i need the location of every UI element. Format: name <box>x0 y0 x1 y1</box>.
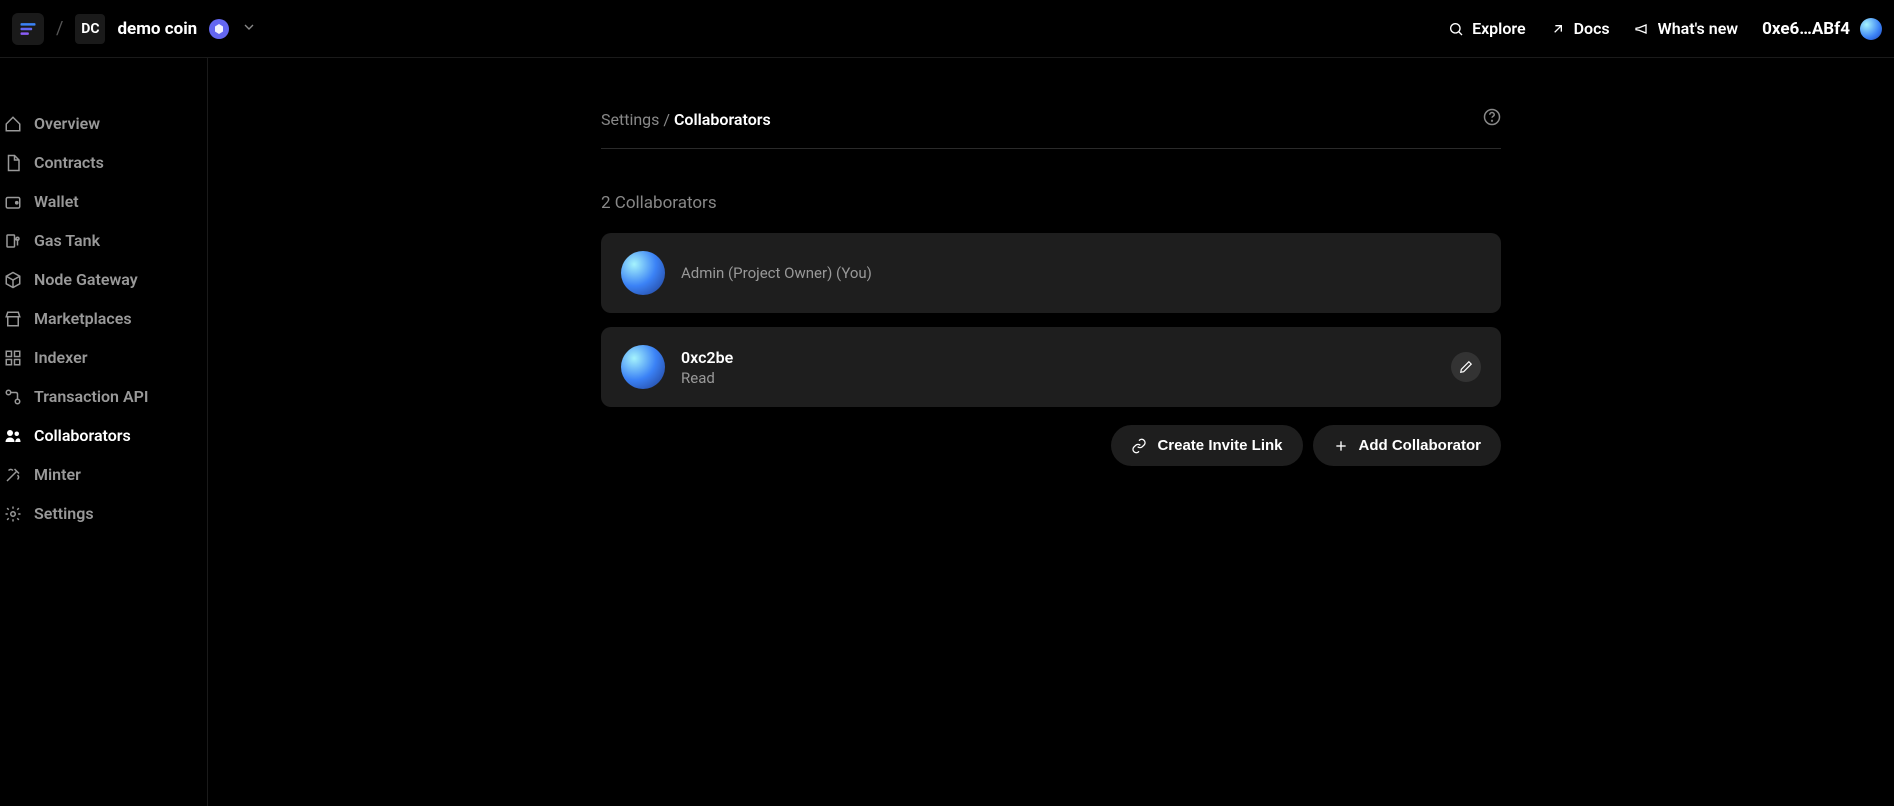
add-collaborator-button[interactable]: Add Collaborator <box>1313 425 1502 466</box>
header-left: / DC demo coin <box>12 13 257 45</box>
docs-link[interactable]: Docs <box>1550 19 1610 38</box>
chain-badge <box>209 19 229 39</box>
sidebar: Overview Contracts Wallet Gas Tank Node … <box>0 58 208 806</box>
project-abbr-badge[interactable]: DC <box>75 14 105 44</box>
store-icon <box>4 310 22 328</box>
layout: Overview Contracts Wallet Gas Tank Node … <box>0 58 1894 806</box>
cube-icon <box>4 271 22 289</box>
megaphone-icon <box>1634 21 1650 37</box>
chevron-down-icon <box>241 19 257 35</box>
project-dropdown[interactable] <box>241 19 257 39</box>
gear-icon <box>4 505 22 523</box>
sidebar-label: Settings <box>34 504 94 523</box>
home-icon <box>4 115 22 133</box>
user-avatar <box>1860 18 1882 40</box>
users-icon <box>4 427 22 445</box>
add-collaborator-label: Add Collaborator <box>1359 437 1482 454</box>
sidebar-label: Overview <box>34 114 100 133</box>
collaborator-role: Read <box>681 369 1435 387</box>
header-right: Explore Docs What's new 0xe6…ABf4 <box>1448 18 1882 40</box>
create-invite-link-label: Create Invite Link <box>1157 437 1282 454</box>
collaborator-info: Admin (Project Owner) (You) <box>681 264 1481 282</box>
sidebar-label: Transaction API <box>34 387 149 406</box>
wallet-icon <box>4 193 22 211</box>
grid-icon <box>4 349 22 367</box>
breadcrumb-row: Settings / Collaborators <box>601 108 1501 149</box>
sidebar-label: Minter <box>34 465 81 484</box>
sidebar-label: Wallet <box>34 192 79 211</box>
document-icon <box>4 154 22 172</box>
collaborator-role: Admin (Project Owner) (You) <box>681 264 1481 282</box>
help-button[interactable] <box>1483 108 1501 130</box>
sidebar-item-contracts[interactable]: Contracts <box>0 143 207 182</box>
plus-icon <box>1333 438 1349 454</box>
breadcrumb-parent[interactable]: Settings <box>601 110 659 129</box>
sidebar-label: Gas Tank <box>34 231 100 250</box>
collaborators-count: 2 Collaborators <box>601 193 1501 213</box>
header: / DC demo coin Explore Docs <box>0 0 1894 58</box>
gas-icon <box>4 232 22 250</box>
external-link-icon <box>1550 21 1566 37</box>
sidebar-label: Contracts <box>34 153 104 172</box>
sidebar-item-settings[interactable]: Settings <box>0 494 207 533</box>
sidebar-label: Collaborators <box>34 426 131 445</box>
sidebar-item-transaction-api[interactable]: Transaction API <box>0 377 207 416</box>
docs-label: Docs <box>1574 19 1610 38</box>
collaborator-avatar <box>621 251 665 295</box>
edit-collaborator-button[interactable] <box>1451 352 1481 382</box>
collaborator-name: 0xc2be <box>681 348 1435 367</box>
explore-link[interactable]: Explore <box>1448 19 1526 38</box>
content: Settings / Collaborators 2 Collaborators… <box>601 108 1501 756</box>
sidebar-item-node-gateway[interactable]: Node Gateway <box>0 260 207 299</box>
collaborator-card: 0xc2be Read <box>601 327 1501 407</box>
sidebar-label: Node Gateway <box>34 270 138 289</box>
user-menu[interactable]: 0xe6…ABf4 <box>1762 18 1882 40</box>
explore-label: Explore <box>1472 19 1526 38</box>
actions: Create Invite Link Add Collaborator <box>601 425 1501 466</box>
search-icon <box>1448 21 1464 37</box>
header-divider: / <box>56 18 63 39</box>
pickaxe-icon <box>4 466 22 484</box>
sidebar-item-overview[interactable]: Overview <box>0 104 207 143</box>
collaborator-card-owner: Admin (Project Owner) (You) <box>601 233 1501 313</box>
sidebar-label: Indexer <box>34 348 87 367</box>
sidebar-label: Marketplaces <box>34 309 132 328</box>
whats-new-label: What's new <box>1658 19 1738 38</box>
breadcrumb: Settings / Collaborators <box>601 110 771 129</box>
collaborator-info: 0xc2be Read <box>681 348 1435 387</box>
sidebar-item-marketplaces[interactable]: Marketplaces <box>0 299 207 338</box>
sidebar-item-wallet[interactable]: Wallet <box>0 182 207 221</box>
sidebar-item-collaborators[interactable]: Collaborators <box>0 416 207 455</box>
sidebar-item-gas-tank[interactable]: Gas Tank <box>0 221 207 260</box>
question-circle-icon <box>1483 108 1501 126</box>
breadcrumb-separator: / <box>659 110 674 129</box>
pencil-icon <box>1459 360 1473 374</box>
project-name[interactable]: demo coin <box>117 19 197 39</box>
create-invite-link-button[interactable]: Create Invite Link <box>1111 425 1302 466</box>
collaborator-avatar <box>621 345 665 389</box>
logo-icon <box>18 19 38 39</box>
sidebar-item-minter[interactable]: Minter <box>0 455 207 494</box>
whats-new-link[interactable]: What's new <box>1634 19 1738 38</box>
polygon-icon <box>213 23 225 35</box>
route-icon <box>4 388 22 406</box>
user-address: 0xe6…ABf4 <box>1762 19 1850 39</box>
breadcrumb-current: Collaborators <box>674 110 771 129</box>
sidebar-item-indexer[interactable]: Indexer <box>0 338 207 377</box>
link-icon <box>1131 438 1147 454</box>
app-logo[interactable] <box>12 13 44 45</box>
main: Settings / Collaborators 2 Collaborators… <box>208 58 1894 806</box>
